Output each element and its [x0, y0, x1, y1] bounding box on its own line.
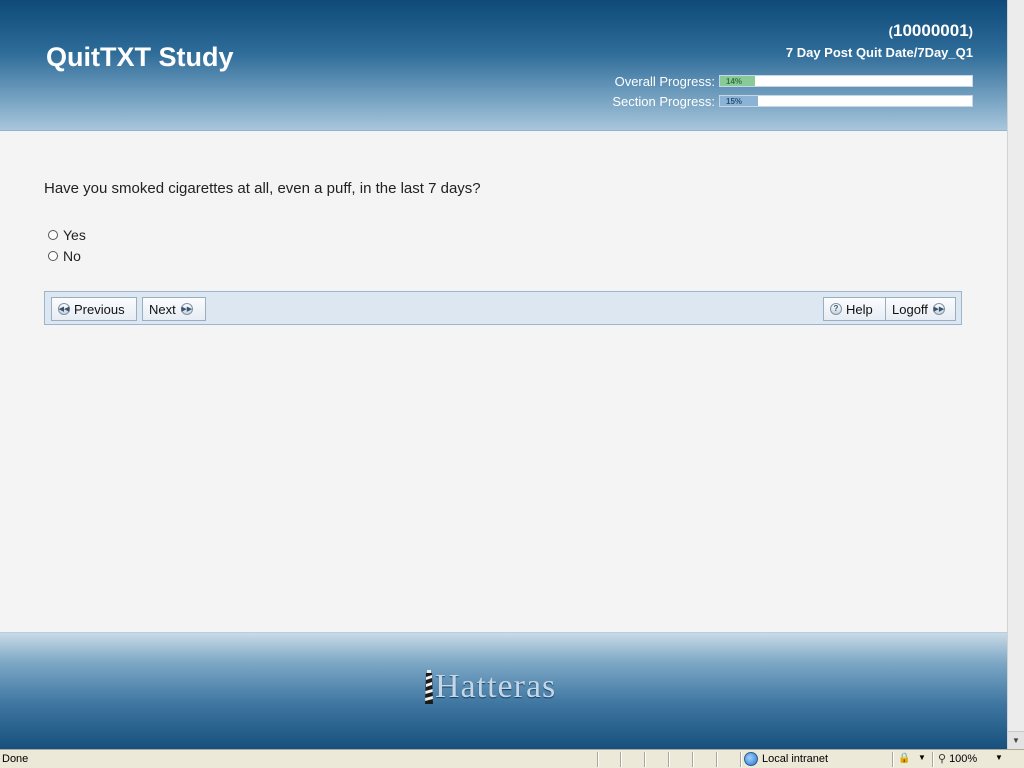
radio-no[interactable] [48, 251, 58, 261]
security-zone[interactable]: Local intranet [744, 752, 828, 766]
chevron-down-icon[interactable]: ▼ [918, 753, 926, 762]
help-button[interactable]: ? Help [823, 297, 886, 321]
option-no-label: No [63, 248, 81, 264]
help-button-label: Help [846, 301, 873, 317]
status-divider [620, 752, 621, 767]
status-divider [740, 752, 741, 767]
footer-brand: Hatteras [435, 668, 557, 705]
section-progress-bar: 15% [719, 95, 973, 107]
overall-progress: Overall Progress: 14% [614, 73, 973, 89]
previous-button-label: Previous [74, 301, 125, 317]
forward-circle-icon: ▶▶ [180, 303, 193, 315]
option-yes[interactable]: Yes [48, 227, 86, 243]
page-footer: Hatteras [0, 632, 1007, 750]
radio-yes[interactable] [48, 230, 58, 240]
overall-progress-percent: 14% [726, 77, 743, 86]
survey-path: 7 Day Post Quit Date/7Day_Q1 [785, 45, 973, 60]
chevron-down-icon[interactable]: ▼ [995, 753, 1003, 762]
zoom-level-label: 100% [949, 752, 978, 765]
participant-id-value: 10000001 [893, 21, 969, 40]
study-header: QuitTXT Study (10000001) 7 Day Post Quit… [0, 0, 1007, 131]
option-yes-label: Yes [63, 227, 86, 243]
status-divider [716, 752, 717, 767]
footer-logo: Hatteras [424, 668, 556, 706]
scroll-down-arrow-icon[interactable]: ▼ [1008, 731, 1024, 749]
protected-mode-icon[interactable]: 🔒 [898, 753, 912, 765]
lighthouse-icon [425, 670, 433, 704]
zoom-level[interactable]: ⚲ 100% [938, 752, 978, 766]
status-divider [668, 752, 669, 767]
option-no[interactable]: No [48, 248, 81, 264]
overall-progress-label: Overall Progress: [614, 73, 715, 89]
browser-status-bar: Done Local intranet 🔒 ▼ ⚲ 100% ▼ [0, 749, 1024, 768]
next-button-label: Next [149, 301, 176, 317]
question-circle-icon: ? [830, 303, 842, 315]
navigation-bar: ◀◀ Previous Next ▶▶ ? Help Logoff ▶▶ [44, 291, 962, 325]
section-progress: Section Progress: 15% [612, 93, 973, 109]
security-zone-label: Local intranet [762, 753, 829, 765]
overall-progress-bar: 14% [719, 75, 973, 87]
status-divider [932, 752, 933, 767]
previous-button[interactable]: ◀◀ Previous [51, 297, 137, 321]
logoff-button[interactable]: Logoff ▶▶ [885, 297, 956, 321]
vertical-scrollbar[interactable]: ▼ [1007, 0, 1024, 749]
participant-id: (10000001) [889, 21, 973, 41]
status-text: Done [2, 753, 29, 765]
forward-circle-icon: ▶▶ [932, 303, 945, 315]
rewind-circle-icon: ◀◀ [58, 303, 70, 315]
browser-page: QuitTXT Study (10000001) 7 Day Post Quit… [0, 0, 1007, 750]
section-progress-label: Section Progress: [612, 93, 715, 109]
app-title: QuitTXT Study [46, 42, 234, 72]
paren-close: ) [968, 24, 973, 39]
status-divider [892, 752, 893, 767]
status-divider [597, 752, 598, 767]
section-progress-percent: 15% [726, 97, 743, 106]
globe-icon [744, 752, 758, 766]
status-divider [644, 752, 645, 767]
next-button[interactable]: Next ▶▶ [142, 297, 206, 321]
logoff-button-label: Logoff [892, 301, 928, 317]
magnifier-icon: ⚲ [938, 753, 947, 765]
status-divider [692, 752, 693, 767]
question-text: Have you smoked cigarettes at all, even … [44, 180, 481, 197]
